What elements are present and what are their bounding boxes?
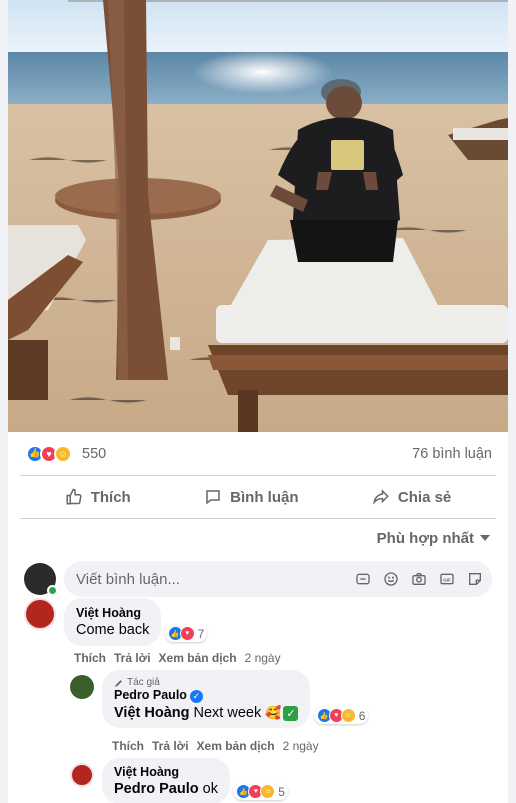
camera-icon[interactable] — [410, 570, 428, 588]
reply-reactions[interactable]: 👍 ♥ ☺ 6 — [313, 707, 369, 724]
svg-text:GIF: GIF — [443, 577, 451, 582]
emoji-icon[interactable] — [382, 570, 400, 588]
love-reaction-icon: ♥ — [179, 626, 195, 641]
reaction-count: 550 — [82, 445, 107, 462]
comment-reaction-count: 7 — [197, 626, 205, 641]
reply-bubble: Việt Hoàng Pedro Paulo ok 👍 ♥ ☺ 5 — [102, 758, 288, 803]
smiling-hearts-emoji-icon: 🥰 — [265, 705, 282, 720]
comment-like-link[interactable]: Thích — [74, 651, 106, 665]
speech-bubble-icon — [206, 490, 220, 505]
author-avatar[interactable] — [70, 675, 94, 699]
reply-item: Tác giả Pedro Paulo ✓ Việt Hoàng Next wee… — [70, 670, 369, 728]
comment-count[interactable]: 76 bình luận — [412, 446, 492, 462]
online-status-dot — [47, 585, 58, 596]
comment-sort-dropdown[interactable]: Phù hợp nhất — [8, 519, 508, 557]
comment-bubble: Việt Hoàng Come back 👍 ♥ 7 — [64, 598, 208, 646]
comment-text: Come back — [76, 622, 150, 638]
care-reaction-icon: ☺ — [340, 708, 356, 723]
commenter-avatar[interactable] — [70, 763, 94, 787]
reply-meta: Thích Trả lời Xem bản dịch 2 ngày — [112, 739, 319, 753]
sticker-icon[interactable] — [466, 570, 484, 588]
check-mark-emoji-icon: ✓ — [283, 706, 299, 721]
reply-text: Pedro Paulo ok — [114, 781, 218, 797]
caret-down-icon — [480, 535, 490, 541]
thumbs-up-icon — [66, 488, 82, 505]
like-button[interactable]: Thích — [53, 482, 143, 512]
my-avatar[interactable] — [24, 563, 58, 596]
comment-button-label: Bình luận — [230, 488, 299, 506]
reply-reaction-count: 5 — [278, 784, 285, 799]
share-button[interactable]: Chia sẻ — [360, 482, 463, 512]
comment-input[interactable]: Viết bình luận... GIF — [64, 561, 492, 597]
author-badge-label: Tác giả — [127, 677, 160, 688]
comment-button[interactable]: Bình luận — [192, 482, 310, 512]
pencil-icon — [115, 679, 122, 687]
reply-time[interactable]: 2 ngày — [283, 739, 319, 753]
reply-body: Next week — [193, 705, 262, 721]
care-reaction-icon: ☺ — [260, 784, 276, 799]
comment-input-placeholder: Viết bình luận... — [76, 570, 180, 588]
avatar-sticker-icon[interactable] — [354, 570, 372, 588]
post-actions: Thích Bình luận Chia sẻ — [8, 476, 508, 518]
comment-reactions[interactable]: 👍 ♥ 7 — [164, 625, 208, 642]
reply-bubble: Tác giả Pedro Paulo ✓ Việt Hoàng Next wee… — [102, 670, 369, 728]
reply-text: Việt Hoàng Next week 🥰 ✓ — [114, 705, 299, 721]
comment-time[interactable]: 2 ngày — [245, 651, 281, 665]
comment-meta: Thích Trả lời Xem bản dịch 2 ngày — [74, 651, 281, 665]
reply-reaction-count: 6 — [358, 708, 366, 723]
commenter-name[interactable]: Việt Hoàng — [76, 606, 149, 620]
mentioned-user[interactable]: Pedro Paulo — [114, 781, 199, 797]
comment-composer: Viết bình luận... GIF — [8, 557, 508, 601]
mentioned-user[interactable]: Việt Hoàng — [114, 705, 189, 721]
commenter-avatar[interactable] — [24, 598, 56, 630]
replier-name[interactable]: Pedro Paulo ✓ — [114, 688, 298, 703]
post-card: 👍 ♥ ☺ 550 76 bình luận Thích Bình luận C… — [8, 0, 508, 803]
commenter-name[interactable]: Việt Hoàng — [114, 765, 218, 779]
replier-name-text: Pedro Paulo — [114, 688, 187, 702]
reply-item: Việt Hoàng Pedro Paulo ok 👍 ♥ ☺ 5 — [70, 758, 288, 803]
reaction-summary[interactable]: 👍 ♥ ☺ 550 — [26, 444, 107, 463]
share-arrow-icon — [372, 489, 389, 505]
sort-label: Phù hợp nhất — [376, 529, 474, 547]
reply-body: ok — [202, 781, 218, 797]
care-reaction-icon: ☺ — [54, 444, 72, 463]
comment-item: Việt Hoàng Come back 👍 ♥ 7 — [24, 598, 208, 646]
reply-reactions[interactable]: 👍 ♥ ☺ 5 — [233, 783, 288, 800]
like-button-label: Thích — [90, 488, 131, 506]
author-badge: Tác giả — [114, 677, 298, 688]
comment-reply-link[interactable]: Trả lời — [114, 651, 151, 665]
gif-icon[interactable]: GIF — [438, 570, 456, 588]
reply-translate-link[interactable]: Xem bản dịch — [197, 739, 275, 753]
verified-check-icon: ✓ — [189, 690, 203, 703]
comment-translate-link[interactable]: Xem bản dịch — [159, 651, 237, 665]
post-photo[interactable] — [8, 0, 508, 432]
share-button-label: Chia sẻ — [397, 488, 452, 506]
post-stats: 👍 ♥ ☺ 550 76 bình luận — [8, 432, 508, 475]
reply-like-link[interactable]: Thích — [112, 739, 144, 753]
reply-reply-link[interactable]: Trả lời — [152, 739, 189, 753]
